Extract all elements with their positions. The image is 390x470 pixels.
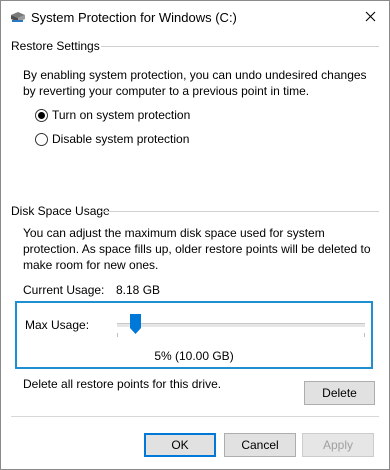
apply-button[interactable]: Apply — [302, 433, 374, 457]
footer-divider — [11, 416, 379, 417]
close-icon — [365, 11, 375, 21]
current-usage-value: 8.18 GB — [116, 283, 161, 297]
radio-button[interactable] — [35, 132, 48, 146]
disk-space-divider — [101, 211, 379, 212]
max-usage-label: Max Usage: — [25, 318, 90, 332]
radio-button-selected[interactable] — [35, 108, 48, 122]
system-protection-icon — [11, 12, 25, 22]
radio-label: Disable system protection — [52, 132, 190, 146]
ok-button[interactable]: OK — [144, 433, 216, 457]
current-usage-label: Current Usage: — [23, 283, 105, 297]
max-usage-slider-thumb[interactable] — [129, 314, 141, 334]
close-button[interactable] — [353, 3, 387, 29]
max-usage-slider-track[interactable] — [117, 323, 365, 327]
restore-settings-description: By enabling system protection, you can u… — [23, 68, 367, 98]
window-title: System Protection for Windows (C:) — [31, 10, 237, 25]
delete-description: Delete all restore points for this drive… — [23, 377, 222, 391]
restore-settings-divider — [101, 46, 379, 47]
max-usage-group: Max Usage: 5% (10.00 GB) — [15, 301, 373, 369]
dialog-window: System Protection for Windows (C:) Resto… — [0, 0, 390, 470]
title-bar[interactable]: System Protection for Windows (C:) — [1, 1, 389, 33]
cancel-button[interactable]: Cancel — [224, 433, 296, 457]
disk-space-description: You can adjust the maximum disk space us… — [23, 226, 371, 272]
delete-button[interactable]: Delete — [304, 381, 375, 405]
disk-space-header: Disk Space Usage — [11, 204, 110, 218]
slider-ticks — [117, 333, 365, 337]
radio-label: Turn on system protection — [52, 108, 191, 122]
radio-disable-protection[interactable]: Disable system protection — [35, 132, 189, 146]
radio-turn-on-protection[interactable]: Turn on system protection — [35, 108, 190, 122]
restore-settings-header: Restore Settings — [11, 39, 100, 53]
max-usage-readout: 5% (10.00 GB) — [154, 349, 234, 363]
